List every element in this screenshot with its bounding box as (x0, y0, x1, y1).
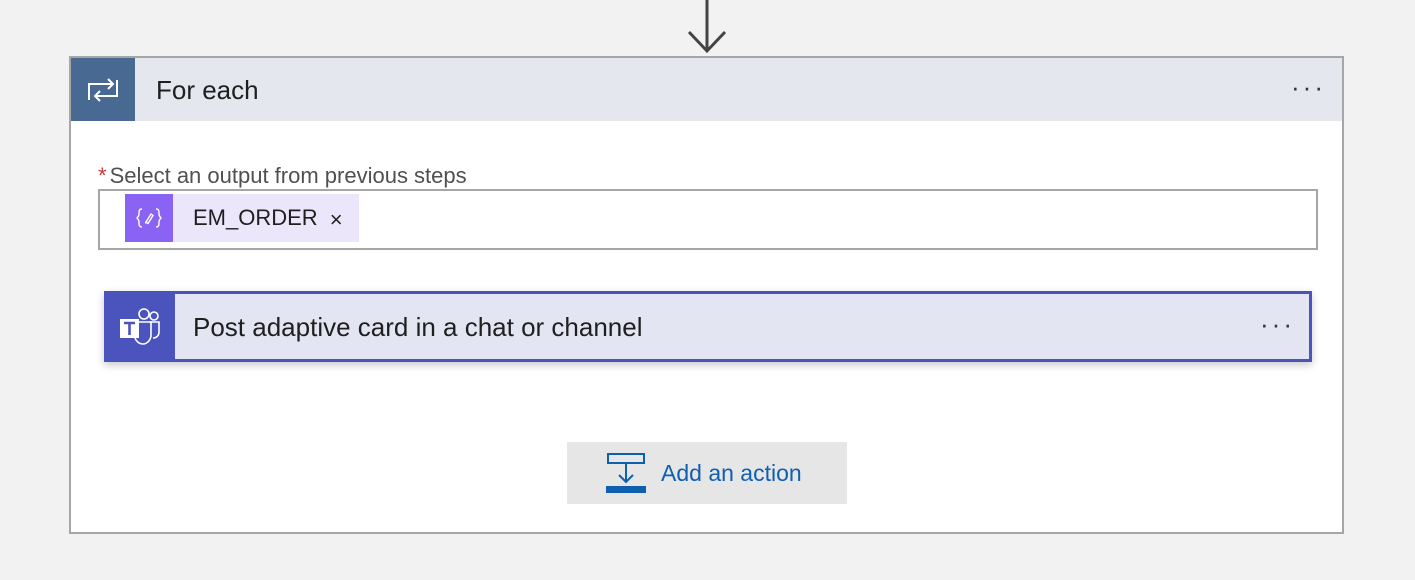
loop-icon (71, 58, 135, 121)
required-marker: * (98, 163, 107, 188)
output-token[interactable]: EM_ORDER × (125, 194, 359, 242)
foreach-header[interactable]: For each ··· (71, 58, 1342, 121)
action-title: Post adaptive card in a chat or channel (193, 312, 643, 342)
expression-icon (125, 194, 173, 242)
foreach-title: For each (156, 75, 259, 105)
foreach-more-options-button[interactable]: ··· (1291, 72, 1326, 102)
token-remove-button[interactable]: × (330, 209, 343, 231)
field-label: * Select an output from previous steps (98, 162, 467, 190)
teams-action-card[interactable]: Post adaptive card in a chat or channel … (104, 291, 1312, 362)
action-more-options-button[interactable]: ··· (1260, 309, 1295, 339)
output-select-input[interactable]: EM_ORDER × (98, 189, 1318, 250)
field-label-text: Select an output from previous steps (109, 163, 467, 188)
connector-arrow-icon (687, 0, 727, 54)
foreach-card: For each ··· * Select an output from prev… (69, 56, 1344, 534)
token-text: EM_ORDER (193, 205, 318, 230)
add-action-icon (606, 453, 646, 493)
add-action-button[interactable]: Add an action (567, 442, 847, 504)
add-action-label: Add an action (661, 459, 802, 486)
teams-icon (104, 291, 175, 362)
